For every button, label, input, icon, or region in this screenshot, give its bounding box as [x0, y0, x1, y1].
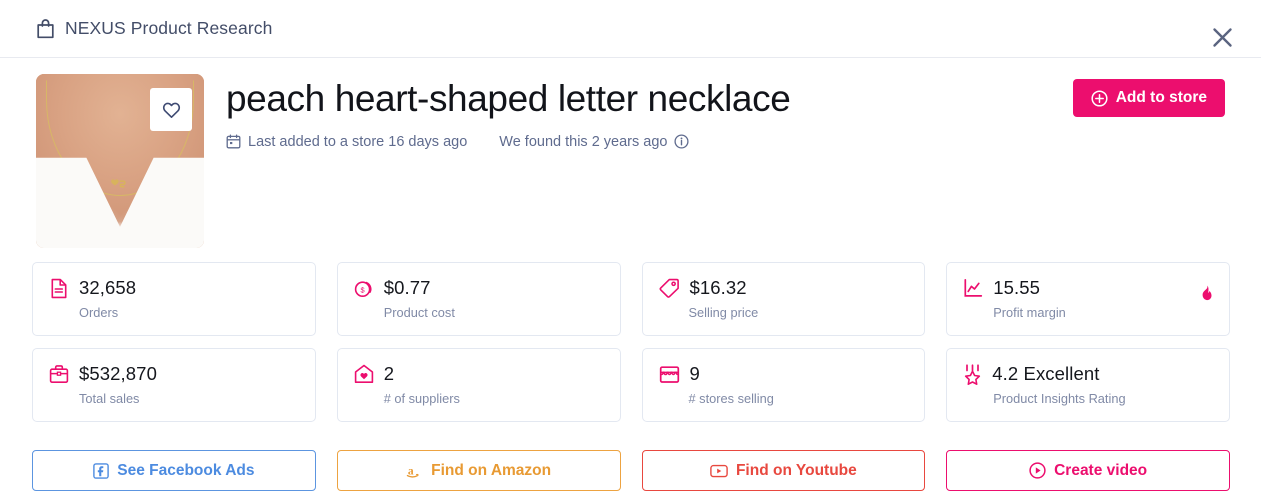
facebook-icon: [93, 463, 109, 479]
find-on-youtube-label: Find on Youtube: [736, 462, 857, 480]
stat-label: Total sales: [79, 391, 299, 406]
close-icon[interactable]: [1207, 22, 1237, 52]
play-circle-icon: [1029, 462, 1046, 479]
stat-card-profit-margin: 15.55 Profit margin: [946, 262, 1230, 336]
meta-row: Last added to a store 16 days ago We fou…: [226, 134, 790, 150]
svg-text:$: $: [360, 285, 364, 294]
calendar-icon: [226, 134, 241, 149]
storefront-icon: [659, 365, 680, 384]
stat-label: # of suppliers: [384, 391, 604, 406]
price-tag-icon: [659, 278, 680, 298]
stat-card-suppliers: 2 # of suppliers: [337, 348, 621, 422]
stat-card-stores-selling: 9 # stores selling: [642, 348, 926, 422]
stat-label: # stores selling: [689, 391, 909, 406]
shopping-bag-icon: [36, 18, 55, 39]
stats-grid: 32,658 Orders $ $0.77 Product cost: [32, 262, 1230, 422]
page-title: peach heart-shaped letter necklace: [226, 78, 790, 121]
youtube-icon: [710, 464, 728, 478]
stat-value: 4.2 Excellent: [992, 363, 1099, 385]
add-to-store-label: Add to store: [1116, 89, 1207, 107]
stat-label: Product cost: [384, 305, 604, 320]
coins-icon: $: [354, 278, 374, 298]
brand: NEXUS Product Research: [36, 18, 272, 39]
see-facebook-ads-button[interactable]: See Facebook Ads: [32, 450, 316, 491]
plus-circle-icon: [1091, 90, 1108, 107]
line-chart-icon: [963, 278, 983, 298]
stat-value: 2: [384, 363, 394, 385]
found-date-meta: We found this 2 years ago: [499, 134, 689, 150]
stat-card-total-sales: $532,870 Total sales: [32, 348, 316, 422]
last-added-text: Last added to a store 16 days ago: [248, 134, 467, 150]
stat-card-insights-rating: 4.2 Excellent Product Insights Rating: [946, 348, 1230, 422]
stat-label: Profit margin: [993, 305, 1213, 320]
create-video-label: Create video: [1054, 462, 1147, 480]
action-buttons-row: See Facebook Ads a Find on Amazon Find o…: [32, 450, 1230, 491]
document-icon: [49, 278, 69, 299]
stat-value: $532,870: [79, 363, 157, 385]
stat-card-orders: 32,658 Orders: [32, 262, 316, 336]
find-on-amazon-button[interactable]: a Find on Amazon: [337, 450, 621, 491]
stat-label: Orders: [79, 305, 299, 320]
see-facebook-ads-label: See Facebook Ads: [117, 462, 254, 480]
flame-icon: [1200, 285, 1213, 301]
product-research-modal: NEXUS Product Research: [0, 0, 1261, 502]
last-added-meta: Last added to a store 16 days ago: [226, 134, 467, 150]
award-star-icon: [963, 364, 982, 385]
stat-value: $0.77: [384, 277, 431, 299]
find-on-amazon-label: Find on Amazon: [431, 462, 551, 480]
stat-value: 32,658: [79, 277, 136, 299]
found-date-text: We found this 2 years ago: [499, 134, 667, 150]
briefcase-icon: [49, 364, 69, 384]
heart-outline-icon: [162, 101, 181, 119]
brand-title: NEXUS Product Research: [65, 18, 272, 39]
create-video-button[interactable]: Create video: [946, 450, 1230, 491]
modal-header: NEXUS Product Research: [0, 0, 1261, 58]
find-on-youtube-button[interactable]: Find on Youtube: [642, 450, 926, 491]
stat-label: Selling price: [689, 305, 909, 320]
info-icon[interactable]: [674, 134, 689, 149]
product-image[interactable]: [36, 74, 204, 248]
stat-value: $16.32: [690, 277, 747, 299]
stat-label: Product Insights Rating: [993, 391, 1213, 406]
stat-value: 15.55: [993, 277, 1040, 299]
stat-card-product-cost: $ $0.77 Product cost: [337, 262, 621, 336]
hero-info: peach heart-shaped letter necklace Last …: [226, 74, 790, 248]
favorite-button[interactable]: [150, 88, 192, 131]
stat-value: 9: [690, 363, 700, 385]
home-heart-icon: [354, 364, 374, 384]
necklace-pendant: [108, 178, 127, 190]
stat-card-selling-price: $16.32 Selling price: [642, 262, 926, 336]
hero-section: peach heart-shaped letter necklace Last …: [36, 74, 790, 248]
add-to-store-button[interactable]: Add to store: [1073, 79, 1225, 117]
amazon-icon: a: [406, 463, 423, 479]
